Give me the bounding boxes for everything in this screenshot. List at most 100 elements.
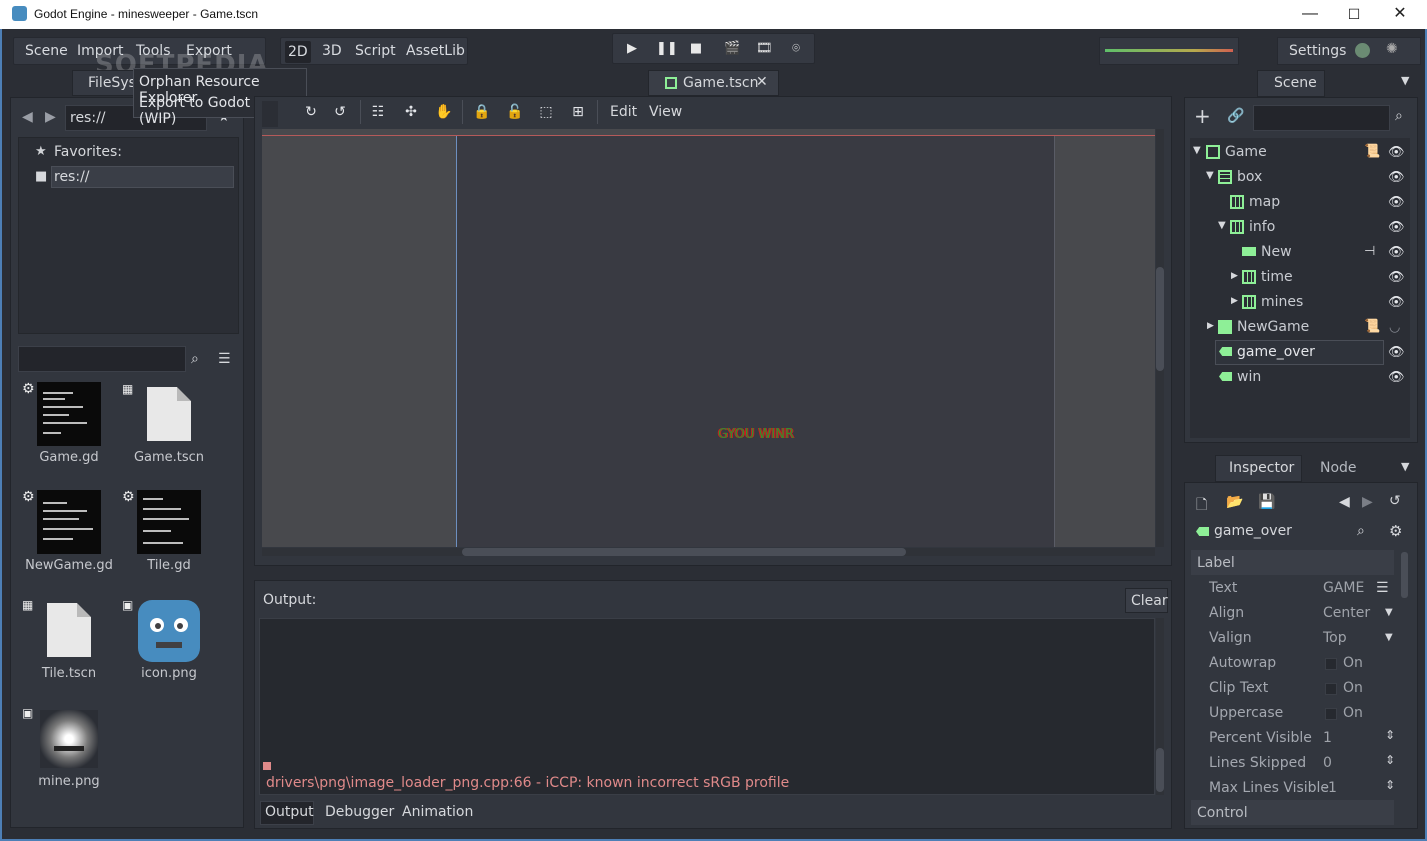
uppercase-checkbox[interactable]	[1325, 708, 1337, 720]
visibility-eye-icon[interactable]: 👁	[1388, 270, 1405, 285]
clip-text-checkbox[interactable]	[1325, 683, 1337, 695]
save-icon[interactable]: 💾	[1258, 494, 1275, 510]
stop-icon[interactable]: ■	[688, 41, 704, 57]
ungroup-icon[interactable]: ⊞	[570, 104, 586, 120]
viewport-hscroll[interactable]	[262, 548, 1155, 556]
visibility-eye-icon[interactable]: 👁	[1388, 145, 1405, 160]
menu-scene[interactable]: Scene	[25, 43, 68, 59]
spinner-arrows-icon[interactable]: ⇕	[1385, 753, 1395, 767]
scene-tab-game[interactable]: Game.tscn ✕	[648, 70, 779, 96]
settings-button[interactable]: Settings	[1289, 43, 1346, 59]
node-tab[interactable]: Node	[1320, 460, 1357, 476]
tree-node-mines[interactable]: mines	[1261, 294, 1303, 310]
visibility-eye-icon[interactable]: 👁	[1388, 195, 1405, 210]
visibility-eye-icon[interactable]: 👁	[1388, 345, 1405, 360]
tile-tscn-file-icon[interactable]	[47, 603, 91, 657]
mode-3d-button[interactable]: 3D	[322, 43, 342, 59]
mode-2d-button[interactable]: 2D	[285, 41, 311, 63]
visibility-eye-icon[interactable]: 👁	[1388, 370, 1405, 385]
animation-tab[interactable]: Animation	[402, 804, 473, 820]
spinner-arrows-icon[interactable]: ⇕	[1385, 728, 1395, 742]
dropdown-arrow-icon[interactable]: ▼	[1385, 607, 1393, 618]
rotate-tool-icon[interactable]: ↺	[332, 104, 348, 120]
tree-node-map[interactable]: map	[1249, 194, 1280, 210]
tree-node-win[interactable]: win	[1237, 369, 1261, 385]
tree-node-newgame[interactable]: NewGame	[1237, 319, 1309, 335]
prop-valign-value[interactable]: Top	[1323, 630, 1347, 646]
output-vscroll[interactable]	[1156, 618, 1164, 795]
new-resource-icon[interactable]: 🗋	[1196, 494, 1207, 518]
tree-node-box[interactable]: box	[1237, 169, 1262, 185]
you-win-label[interactable]: GYOU WINR	[718, 427, 794, 442]
tile-gd-thumbnail[interactable]	[137, 490, 201, 554]
collapse-arrow-icon[interactable]: ▼	[1206, 170, 1214, 181]
history-forward-icon[interactable]: ▶	[1362, 494, 1373, 510]
signal-icon[interactable]: ⊣	[1364, 244, 1375, 259]
game-gd-thumbnail[interactable]	[37, 382, 101, 446]
tree-node-game[interactable]: Game	[1225, 144, 1267, 160]
script-icon[interactable]: 📜	[1364, 144, 1380, 159]
canvas-viewport[interactable]: GYOU WINR	[262, 129, 1155, 547]
list-view-icon[interactable]: ☰	[218, 351, 231, 367]
output-tab[interactable]: Output	[260, 801, 314, 825]
gear-icon[interactable]: ⚙	[1389, 522, 1402, 540]
pause-icon[interactable]: ❚❚	[656, 41, 678, 57]
dock-menu-arrow-icon[interactable]: ▼	[1401, 460, 1409, 473]
prop-text-value[interactable]: GAME	[1323, 580, 1364, 596]
move-tool-icon[interactable]: ↻	[303, 104, 319, 120]
prop-percent-visible-value[interactable]: 1	[1323, 730, 1332, 746]
maximize-button[interactable]: ☐	[1334, 3, 1374, 25]
search-icon[interactable]: ⌕	[1395, 108, 1403, 124]
hidden-eye-icon[interactable]: ◡	[1389, 320, 1400, 335]
multiline-edit-icon[interactable]: ☰	[1376, 580, 1389, 596]
expand-arrow-icon[interactable]: ▶	[1207, 321, 1214, 331]
play-custom-scene-icon[interactable]: 🎞	[756, 41, 773, 57]
game-tscn-file-icon[interactable]	[147, 387, 191, 441]
history-icon[interactable]: ↺	[1389, 493, 1401, 509]
dropdown-arrow-icon[interactable]: ▼	[1385, 632, 1393, 643]
autowrap-checkbox[interactable]	[1325, 658, 1337, 670]
inspector-tab[interactable]: Inspector	[1215, 455, 1302, 482]
collapse-arrow-icon[interactable]: ▼	[1193, 145, 1201, 156]
search-icon[interactable]: ⌕	[191, 351, 199, 367]
visibility-eye-icon[interactable]: 👁	[1388, 170, 1405, 185]
forward-arrow-icon[interactable]: ▶	[45, 109, 56, 125]
instance-link-icon[interactable]: 🔗	[1227, 108, 1244, 124]
select-mode-icon[interactable]	[262, 101, 278, 127]
hscroll-thumb[interactable]	[462, 548, 906, 556]
prop-max-lines-visible-value[interactable]: -1	[1323, 780, 1337, 796]
pivot-icon[interactable]: ✣	[403, 104, 419, 120]
prop-lines-skipped-value[interactable]: 0	[1323, 755, 1332, 771]
godot-logo-icon[interactable]	[138, 600, 200, 662]
fs-search-input[interactable]	[18, 346, 186, 372]
scene-dock-tab[interactable]: Scene	[1257, 70, 1325, 97]
close-tab-icon[interactable]: ✕	[756, 74, 768, 90]
tree-node-new[interactable]: New	[1261, 244, 1292, 260]
inspector-scroll-thumb[interactable]	[1401, 552, 1408, 598]
fav-item-res[interactable]: res://	[51, 166, 234, 188]
prop-align-value[interactable]: Center	[1323, 605, 1370, 621]
clear-output-button[interactable]: Clear	[1125, 588, 1168, 613]
play-scene-icon[interactable]: 🎬	[724, 41, 740, 57]
close-window-button[interactable]: ✕	[1380, 3, 1420, 25]
visibility-eye-icon[interactable]: 👁	[1388, 220, 1405, 235]
play-icon[interactable]: ▶	[624, 41, 640, 57]
scene-filter-input[interactable]	[1253, 105, 1390, 131]
tree-node-time[interactable]: time	[1261, 269, 1293, 285]
minimize-button[interactable]: —	[1290, 3, 1330, 25]
lock-icon[interactable]: 🔒	[473, 104, 490, 120]
collapse-arrow-icon[interactable]: ▼	[1218, 220, 1226, 231]
search-icon[interactable]: ⌕	[1357, 523, 1365, 539]
newgame-gd-thumbnail[interactable]	[37, 490, 101, 554]
mode-script-button[interactable]: Script	[355, 43, 396, 59]
output-scroll-thumb[interactable]	[1156, 748, 1164, 792]
visibility-eye-icon[interactable]: 👁	[1388, 295, 1405, 310]
viewport-edit-menu[interactable]: Edit	[610, 104, 637, 120]
debug-options-icon[interactable]: ⌾	[788, 41, 804, 57]
output-log[interactable]: drivers\png\image_loader_png.cpp:66 - iC…	[259, 618, 1155, 795]
add-node-icon[interactable]: +	[1194, 106, 1211, 126]
unlock-icon[interactable]: 🔓	[506, 104, 523, 120]
group-icon[interactable]: ⬚	[538, 104, 554, 120]
debugger-tab[interactable]: Debugger	[325, 804, 394, 820]
mine-png-thumbnail[interactable]	[40, 710, 98, 768]
